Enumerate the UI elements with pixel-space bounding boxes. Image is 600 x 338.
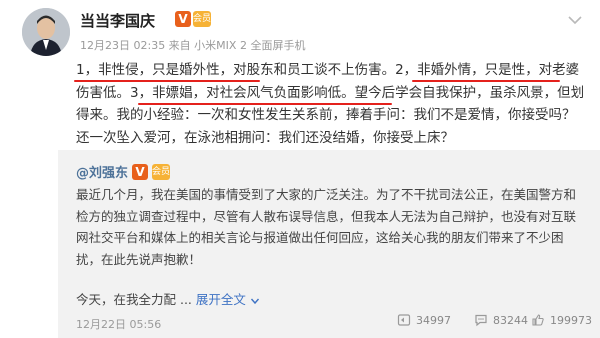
- repost-count-value: 34997: [416, 313, 451, 327]
- reposted-weibo[interactable]: @刘强东 V 会员 最近几个月，我在美国的事情受到了大家的广泛关注。为了不干扰司…: [58, 150, 600, 338]
- verified-v-icon: V: [175, 11, 191, 27]
- avatar-photo: [22, 8, 70, 56]
- expand-full-text-link[interactable]: 展开全文: [196, 292, 246, 307]
- like-count[interactable]: 199973: [531, 313, 592, 327]
- highlight-1: 1，非性侵，只是婚外性: [76, 62, 220, 78]
- repost-text: 最近几个月，我在美国的事情受到了大家的广泛关注。为了不干扰司法公正，在美国警方和…: [76, 187, 577, 267]
- chevron-down-icon[interactable]: [565, 10, 585, 30]
- highlight-2: 2，非婚外情，只是性: [395, 62, 526, 78]
- post-meta: 12月23日 02:35 来自 小米MIX 2 全面屏手机: [80, 39, 306, 52]
- repost-time: 12月22日 05:56: [76, 318, 162, 331]
- underline-1: [74, 80, 260, 82]
- repost-more-line: 今天，在我全力配 ... 展开全文: [76, 289, 260, 308]
- thumbs-up-icon: [532, 314, 544, 326]
- avatar[interactable]: [22, 8, 70, 56]
- repost-icon: [397, 314, 411, 326]
- chevron-down-icon[interactable]: [250, 296, 260, 306]
- repost-username[interactable]: @刘强东: [76, 162, 128, 181]
- verified-v-icon: V: [132, 163, 149, 180]
- repost-truncated-text: 今天，在我全力配 ...: [76, 292, 192, 307]
- highlight-3: 3，非嫖娼，对社会风气负面影响低。: [130, 84, 355, 101]
- repost-header: @刘强东 V 会员: [76, 162, 170, 181]
- underline-2: [412, 80, 560, 82]
- post-username[interactable]: 当当李国庆: [80, 10, 155, 31]
- verification-badges: V 会员: [175, 11, 211, 27]
- underline-3: [138, 103, 392, 105]
- comment-icon: [475, 314, 487, 327]
- post-text-part: ，对股东和员工谈不上伤害。: [219, 62, 396, 78]
- member-icon: 会员: [152, 163, 170, 180]
- member-icon: 会员: [193, 11, 211, 27]
- repost-count[interactable]: 34997: [397, 313, 451, 327]
- like-count-value: 199973: [550, 313, 592, 327]
- weibo-post: 当当李国庆 V 会员 12月23日 02:35 来自 小米MIX 2 全面屏手机…: [0, 0, 600, 150]
- comment-count-value: 83244: [493, 313, 528, 327]
- comment-count[interactable]: 83244: [474, 313, 528, 327]
